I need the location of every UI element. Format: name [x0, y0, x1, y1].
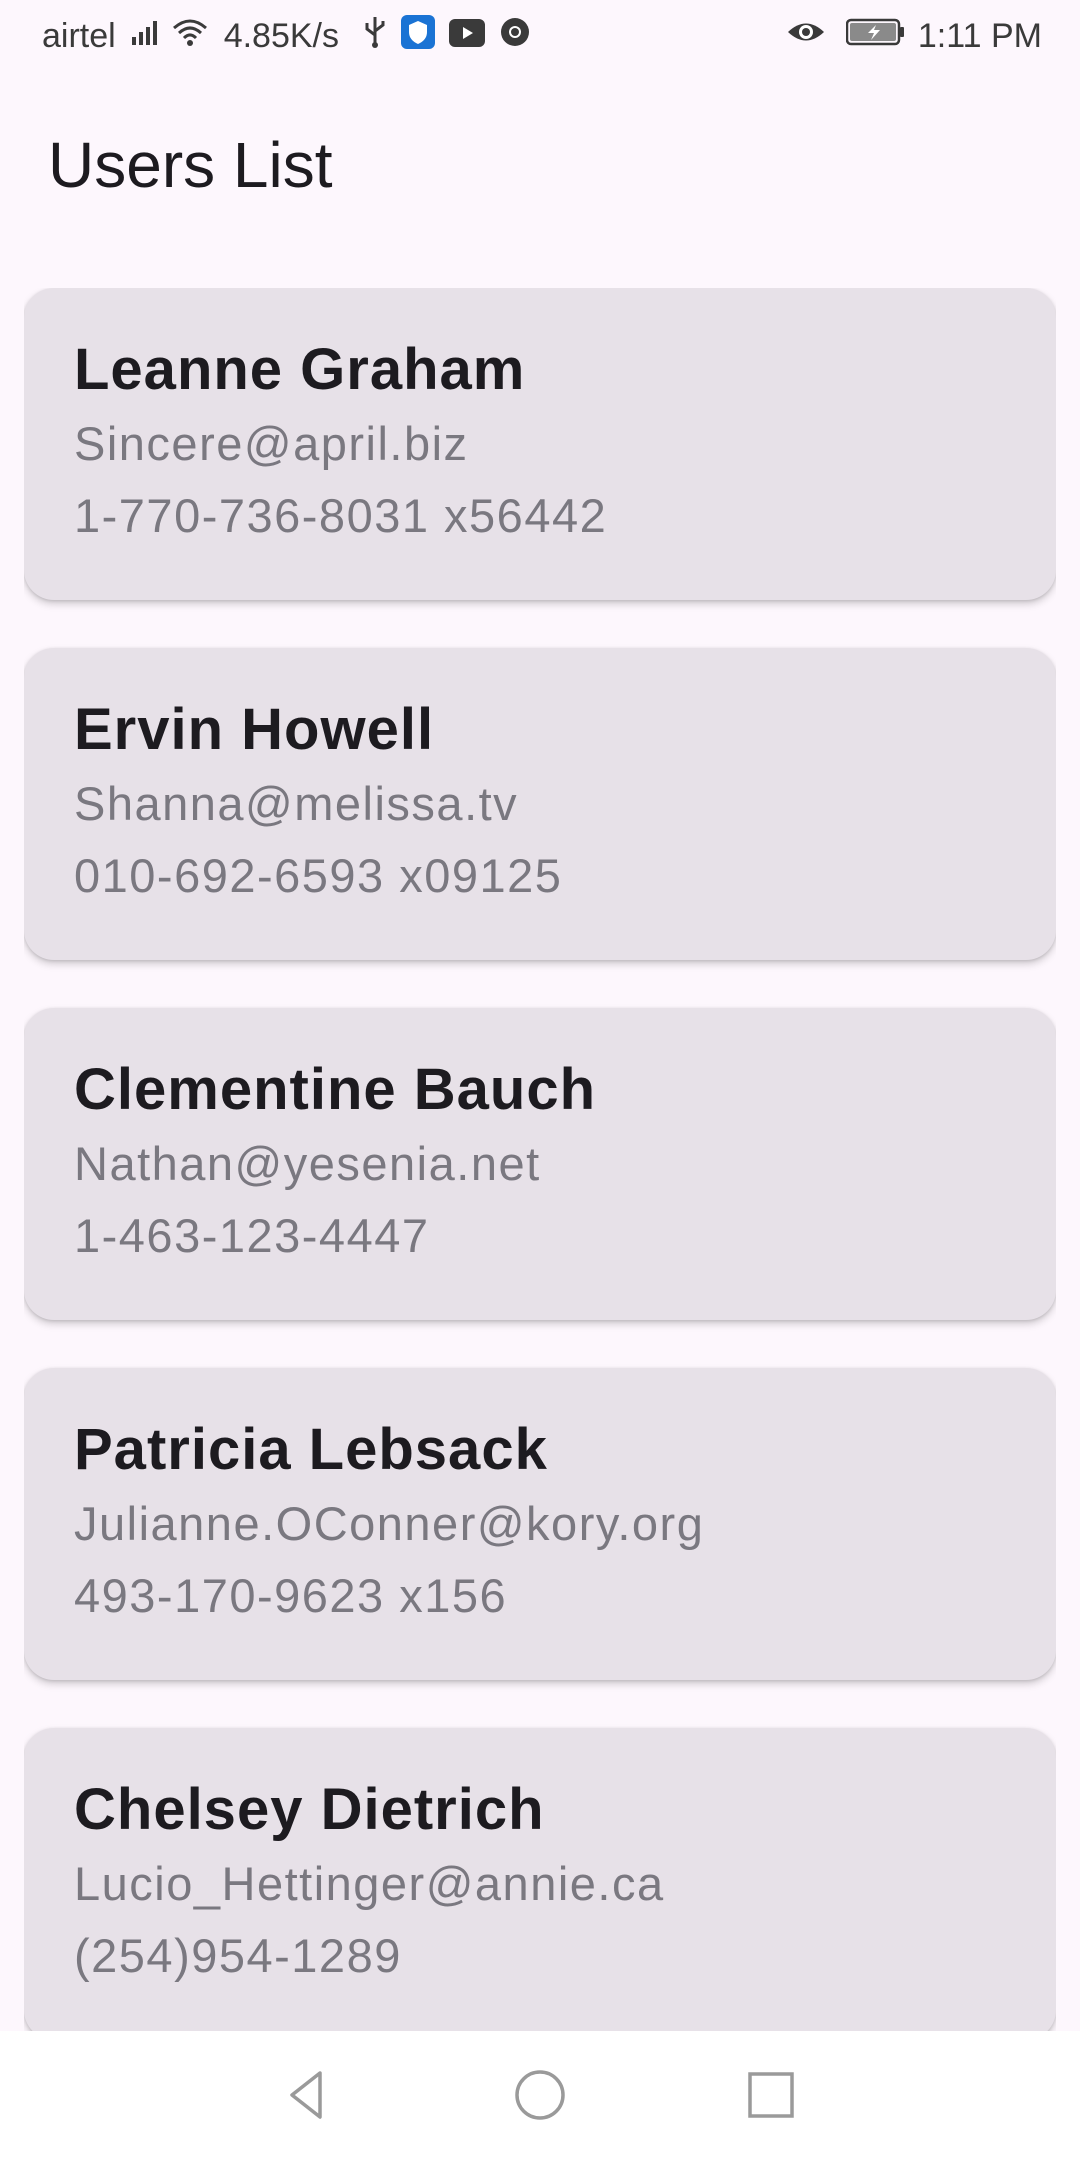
user-email: Lucio_Hettinger@annie.ca: [74, 1857, 665, 1910]
user-email: Sincere@april.biz: [74, 417, 469, 470]
eye-icon: [786, 17, 826, 56]
home-icon: [515, 2070, 565, 2120]
user-phone: 493-170-9623 x156: [74, 1569, 508, 1622]
recents-button[interactable]: [741, 2065, 801, 2125]
chrome-icon: [499, 16, 531, 57]
page-title: Users List: [48, 129, 333, 201]
user-card[interactable]: Ervin Howell Shanna@melissa.tv 010-692-6…: [24, 648, 1056, 960]
user-card[interactable]: Chelsey Dietrich Lucio_Hettinger@annie.c…: [24, 1728, 1056, 2031]
wifi-icon: [170, 16, 210, 57]
user-name: Ervin Howell: [74, 697, 435, 762]
user-phone: (254)954-1289: [74, 1929, 402, 1982]
user-phone: 1-463-123-4447: [74, 1209, 430, 1262]
clock-time: 1:11 PM: [917, 16, 1042, 55]
status-bar-left: airtel 4.85K/s: [42, 14, 531, 58]
user-name: Leanne Graham: [74, 337, 526, 402]
shield-app-icon: [401, 14, 436, 58]
user-card[interactable]: Leanne Graham Sincere@april.biz 1-770-73…: [24, 288, 1056, 600]
user-phone: 010-692-6593 x09125: [74, 849, 563, 902]
user-name: Patricia Lebsack: [74, 1417, 548, 1482]
user-name: Chelsey Dietrich: [74, 1777, 545, 1842]
network-speed: 4.85K/s: [223, 16, 340, 55]
user-card[interactable]: Clementine Bauch Nathan@yesenia.net 1-46…: [24, 1008, 1056, 1320]
user-email: Nathan@yesenia.net: [74, 1137, 541, 1190]
status-bar-right: 1:11 PM: [772, 16, 1042, 56]
user-list[interactable]: Leanne Graham Sincere@april.biz 1-770-73…: [24, 288, 1056, 2031]
back-icon: [290, 2071, 322, 2119]
signal-icon: [130, 17, 164, 56]
status-bar: airtel 4.85K/s 1:11 PM: [0, 0, 1080, 74]
carrier-label: airtel: [42, 16, 116, 55]
back-button[interactable]: [278, 2065, 338, 2125]
youtube-icon: [449, 17, 486, 56]
battery-icon: [845, 17, 906, 56]
user-phone: 1-770-736-8031 x56442: [74, 489, 608, 542]
user-card[interactable]: Patricia Lebsack Julianne.OConner@kory.o…: [24, 1368, 1056, 1680]
recents-icon: [748, 2072, 794, 2118]
user-email: Shanna@melissa.tv: [74, 777, 519, 830]
navigation-bar: [0, 2031, 1080, 2160]
usb-icon: [363, 15, 387, 58]
home-button[interactable]: [510, 2065, 570, 2125]
user-email: Julianne.OConner@kory.org: [74, 1497, 705, 1550]
user-name: Clementine Bauch: [74, 1057, 596, 1122]
